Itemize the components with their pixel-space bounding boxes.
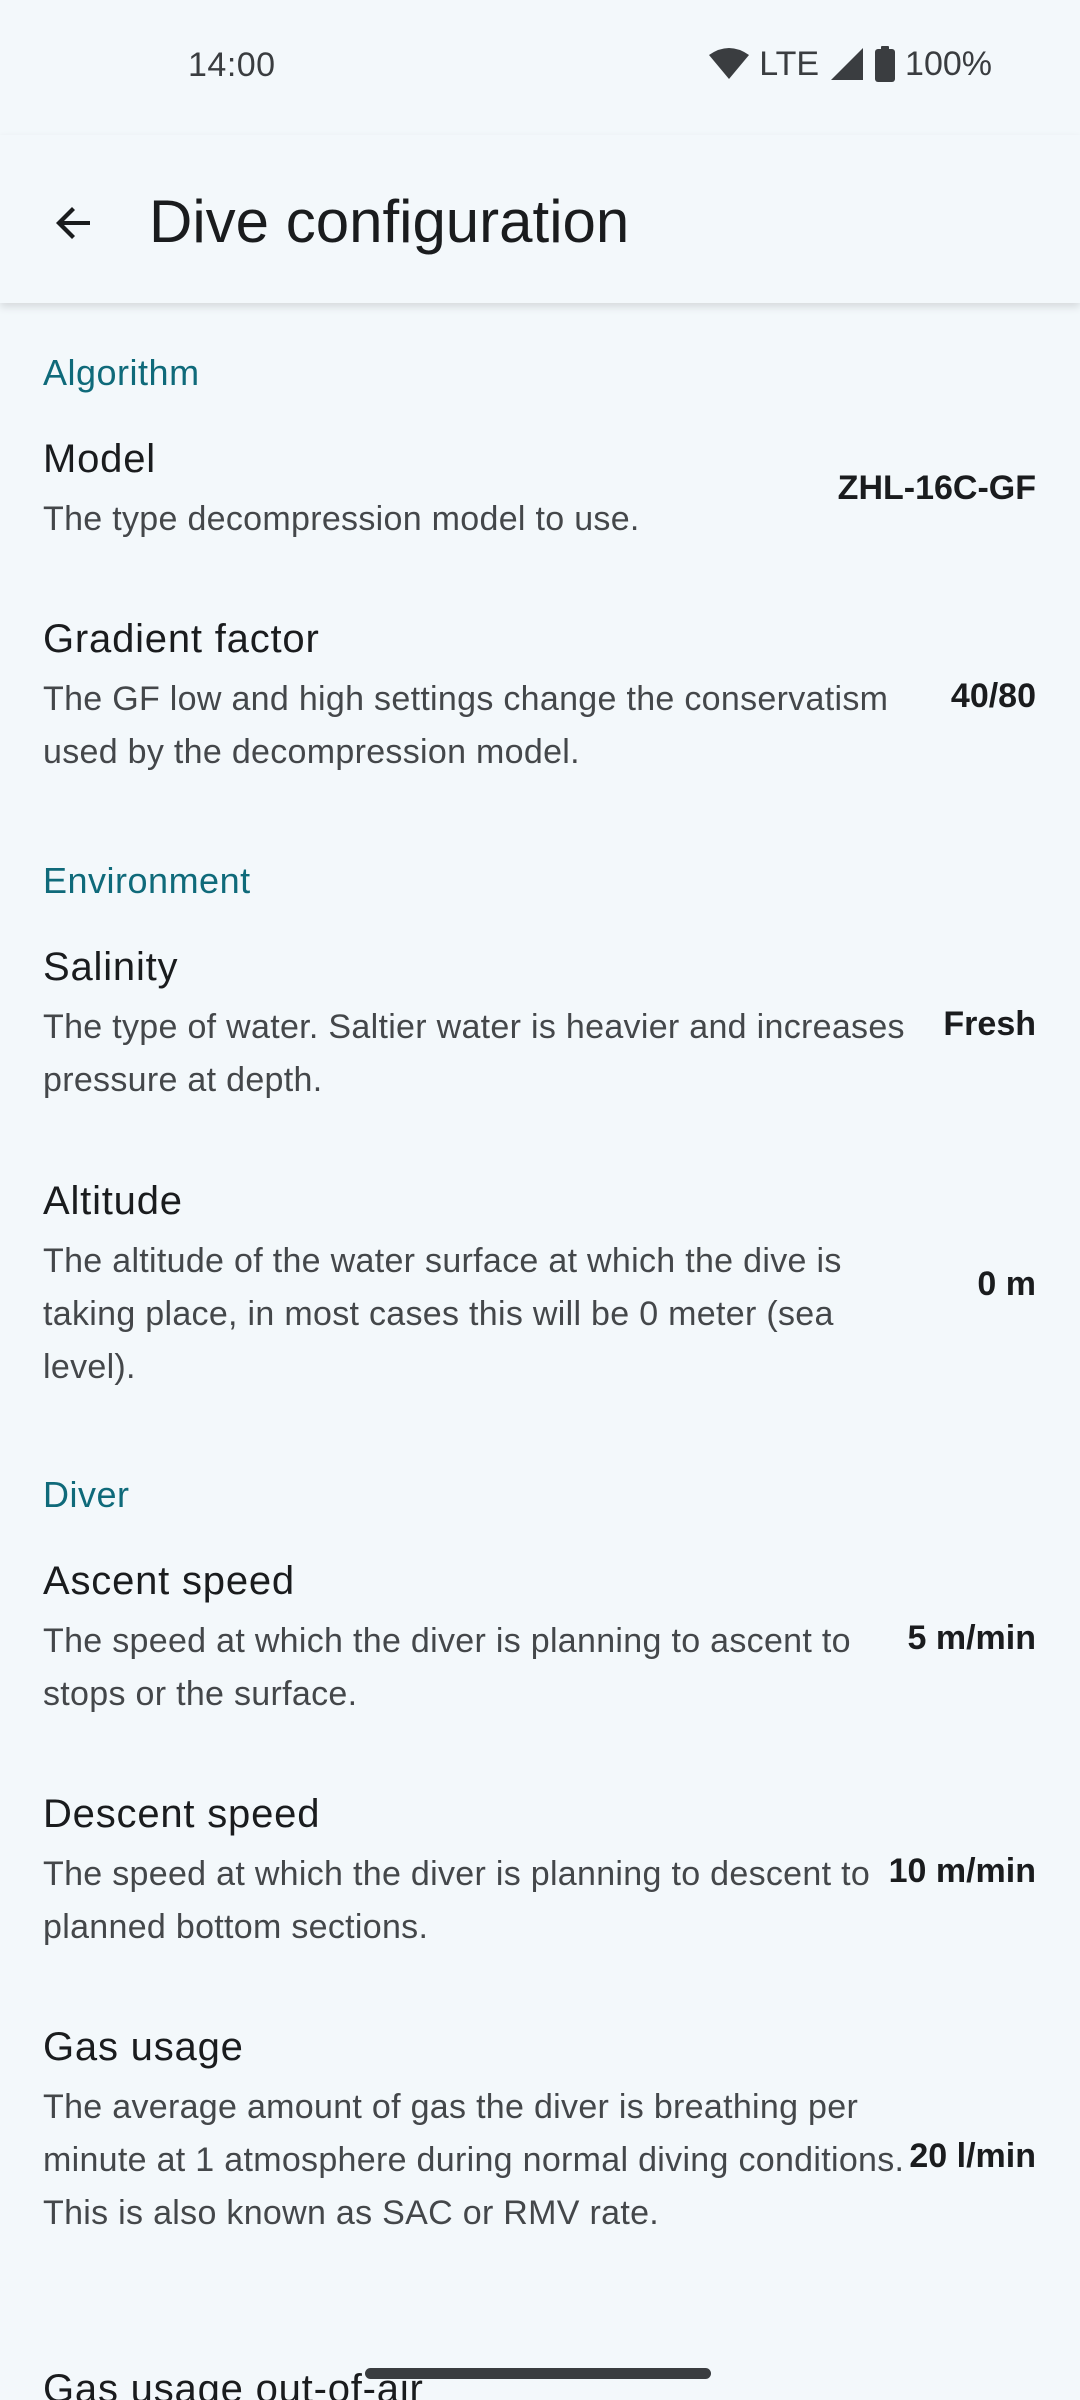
- pref-value: Fresh: [943, 1005, 1036, 1043]
- app-bar: Dive configuration: [0, 135, 1080, 303]
- battery-icon: [875, 46, 896, 82]
- arrow-back-icon: [50, 199, 98, 252]
- pref-value: 40/80: [950, 677, 1036, 715]
- section-header-algorithm: Algorithm: [43, 352, 200, 393]
- pref-value: 20 l/min: [909, 2137, 1036, 2175]
- network-type: LTE: [759, 44, 820, 83]
- pref-salinity[interactable]: Salinity The type of water. Saltier wate…: [0, 945, 1080, 1120]
- pref-title: Descent speed: [43, 1792, 321, 1836]
- pref-altitude[interactable]: Altitude The altitude of the water surfa…: [0, 1179, 1080, 1409]
- pref-descent-speed[interactable]: Descent speed The speed at which the div…: [0, 1792, 1080, 1967]
- page-title: Dive configuration: [149, 188, 630, 255]
- signal-icon: [829, 46, 865, 82]
- pref-value: 5 m/min: [907, 1619, 1036, 1657]
- pref-summary: The average amount of gas the diver is b…: [43, 2088, 905, 2232]
- pref-title: Salinity: [43, 945, 179, 989]
- pref-summary: The speed at which the diver is planning…: [43, 1622, 851, 1713]
- pref-summary: The altitude of the water surface at whi…: [43, 1242, 842, 1386]
- pref-summary: The speed at which the diver is planning…: [43, 1855, 871, 1946]
- home-indicator[interactable]: [365, 2368, 711, 2379]
- pref-title: Gas usage: [43, 2025, 244, 2069]
- status-time: 14:00: [188, 46, 276, 84]
- pref-title: Altitude: [43, 1179, 183, 1223]
- section-header-diver: Diver: [43, 1474, 130, 1515]
- pref-gas-usage[interactable]: Gas usage The average amount of gas the …: [0, 2025, 1080, 2305]
- battery-percent: 100%: [905, 44, 992, 83]
- pref-title: Ascent speed: [43, 1559, 295, 1603]
- pref-summary: The type decompression model to use.: [43, 500, 640, 538]
- pref-model[interactable]: Model The type decompression model to us…: [0, 437, 1080, 577]
- pref-title: Model: [43, 437, 156, 481]
- settings-list[interactable]: Algorithm Model The type decompression m…: [0, 303, 1080, 2400]
- pref-value: 0 m: [977, 1265, 1036, 1303]
- pref-gradient-factor[interactable]: Gradient factor The GF low and high sett…: [0, 617, 1080, 792]
- pref-summary: The type of water. Saltier water is heav…: [43, 1008, 905, 1099]
- pref-ascent-speed[interactable]: Ascent speed The speed at which the dive…: [0, 1559, 1080, 1734]
- pref-value: ZHL-16C-GF: [837, 469, 1036, 507]
- pref-value: 10 m/min: [888, 1852, 1036, 1890]
- section-header-environment: Environment: [43, 860, 251, 901]
- status-bar: 14:00 LTE 100%: [0, 0, 1080, 135]
- back-button[interactable]: [34, 185, 114, 265]
- pref-title: Gradient factor: [43, 617, 320, 661]
- status-icons: LTE 100%: [709, 44, 992, 84]
- wifi-icon: [709, 47, 750, 81]
- pref-summary: The GF low and high settings change the …: [43, 680, 889, 771]
